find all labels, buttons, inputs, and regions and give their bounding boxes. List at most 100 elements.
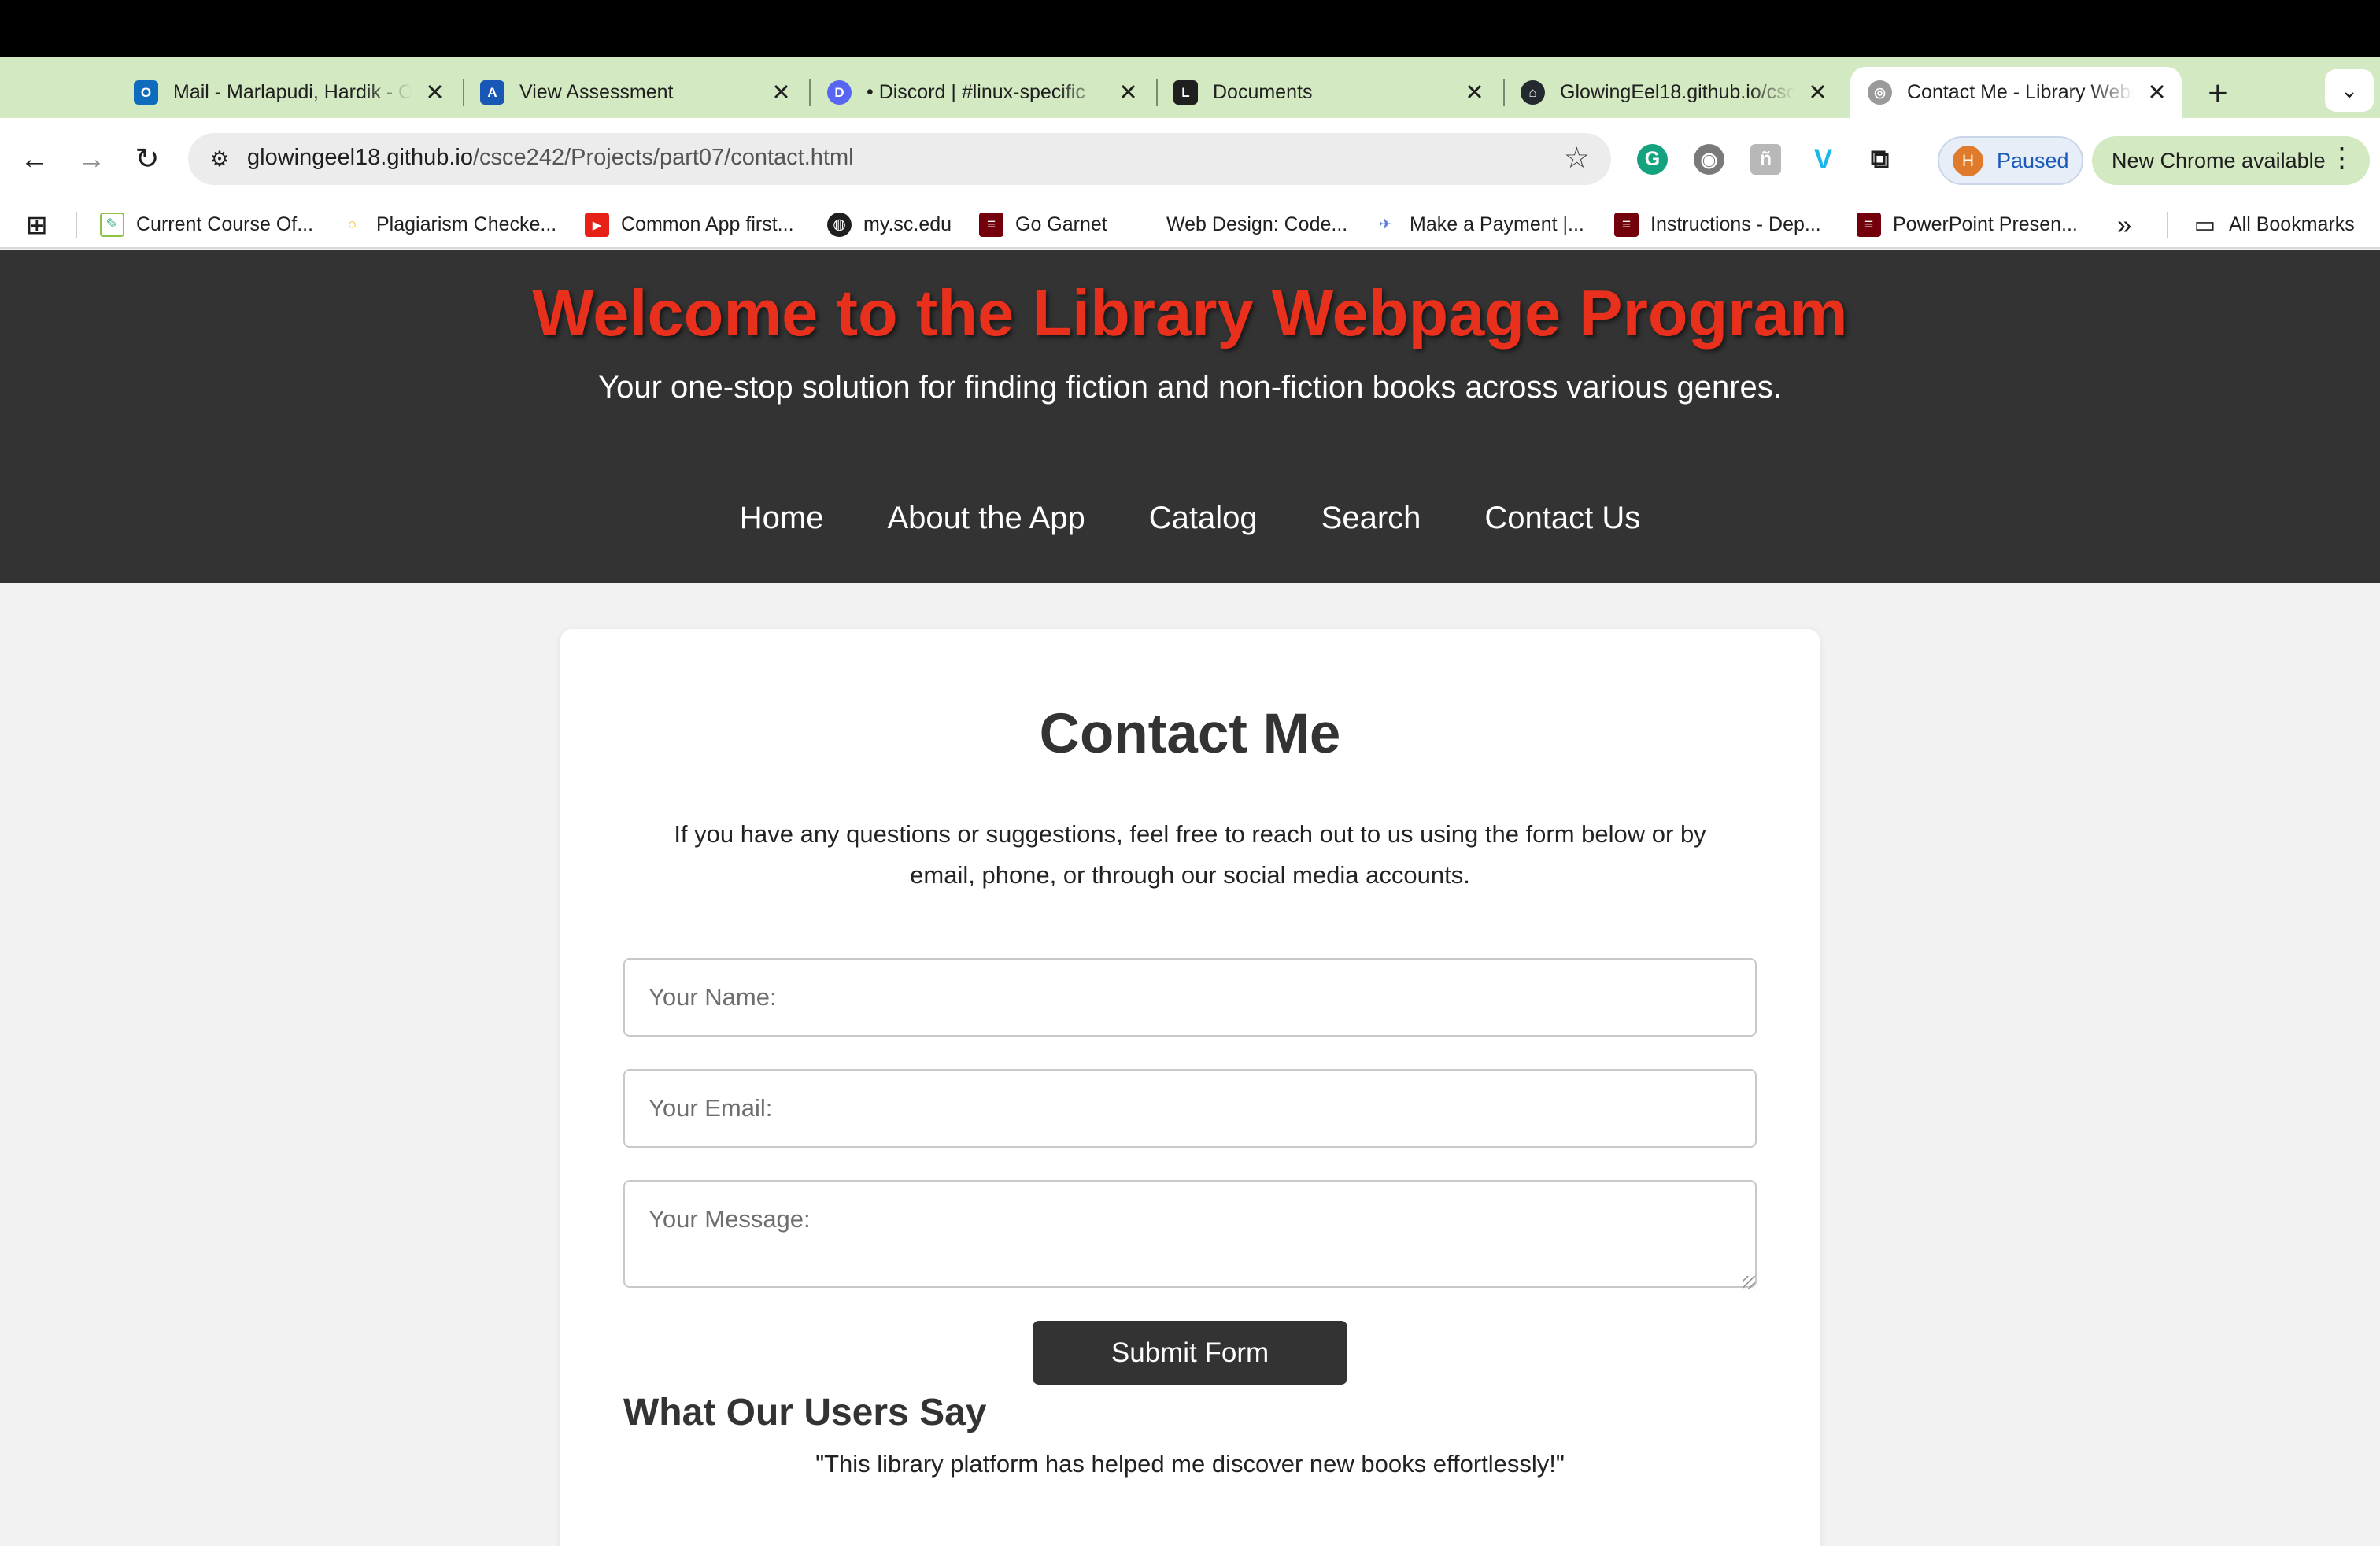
tab-strip: O Mail - Marlapudi, Hardik - Outlook ✕ A… (0, 57, 2380, 118)
url-host: glowingeel18.github.io (247, 145, 473, 170)
assessment-icon: A (480, 80, 504, 105)
bookmark-label: Make a Payment |... (1410, 213, 1584, 235)
tab-title: Documents (1213, 81, 1313, 103)
apps-grid-icon[interactable]: ⊞ (26, 209, 48, 240)
garnet-icon: ≡ (979, 213, 1003, 237)
extension-gray-icon[interactable]: ñ (1750, 144, 1781, 175)
tab-github[interactable]: ⌂ GlowingEel18.github.io/csce242 ✕ (1521, 67, 1831, 118)
tab-view-assessment[interactable]: A View Assessment ✕ (480, 67, 795, 118)
tab-outlook[interactable]: O Mail - Marlapudi, Hardik - Outlook ✕ (134, 67, 449, 118)
bookmark-item[interactable]: ◍ my.sc.edu (827, 209, 952, 240)
bookmark-item[interactable]: ✎ Current Course Of... (100, 209, 313, 240)
new-tab-button[interactable]: + (2195, 71, 2241, 117)
garnet-icon: ≡ (1857, 213, 1881, 237)
tab-divider (809, 79, 811, 106)
bookmark-divider (2167, 212, 2168, 238)
profile-button[interactable]: H Paused (1938, 136, 2083, 185)
bookmark-label: Common App first... (621, 213, 794, 235)
tab-divider (1156, 79, 1158, 106)
tab-title: GlowingEel18.github.io/csce242 (1560, 81, 1794, 103)
main-nav: Home About the App Catalog Search Contac… (0, 501, 2380, 536)
bookmarks-bar: ⊞ ✎ Current Course Of... ○ Plagiarism Ch… (0, 200, 2380, 249)
contact-intro: If you have any questions or suggestions… (674, 820, 1706, 889)
testimonials-heading: What Our Users Say (623, 1392, 987, 1433)
extensions-puzzle-icon[interactable]: ⧉ (1864, 144, 1895, 175)
chrome-update-button[interactable]: New Chrome available ⋮ (2092, 136, 2370, 185)
discord-icon: D (827, 80, 852, 105)
close-tab-icon[interactable]: ✕ (1461, 79, 1488, 106)
more-bookmarks-icon[interactable]: » (2117, 209, 2131, 240)
bookmark-divider (76, 212, 77, 238)
contact-card: Contact Me If you have any questions or … (560, 629, 1820, 1546)
vimeo-extension-icon[interactable]: V (1808, 144, 1839, 175)
message-field[interactable] (623, 1180, 1757, 1288)
reload-button[interactable]: ↻ (128, 139, 167, 179)
mac-menu-bar (0, 0, 2380, 57)
nav-contact[interactable]: Contact Us (1484, 501, 1640, 536)
bookmark-item[interactable]: ≡ Go Garnet (979, 209, 1107, 240)
bookmark-label: Instructions - Dep... (1650, 213, 1821, 235)
url-path: /csce242/Projects/part07/contact.html (473, 145, 854, 170)
bookmark-item[interactable]: ≡ Instructions - Dep... (1614, 209, 1821, 240)
nav-about[interactable]: About the App (887, 501, 1085, 536)
bookmark-label: PowerPoint Presen... (1893, 213, 2078, 235)
course-icon: ✎ (100, 213, 124, 237)
payment-icon: ✈ (1379, 216, 1392, 233)
garnet-icon: ≡ (1614, 213, 1639, 237)
outlook-icon: O (134, 80, 158, 105)
grammarly-extension-icon[interactable]: G (1637, 144, 1668, 175)
name-field[interactable] (623, 958, 1757, 1037)
address-bar[interactable]: ⚙ glowingeel18.github.io/csce242/Project… (188, 133, 1611, 185)
tab-contact-me[interactable]: ◎ Contact Me - Library Webpage ✕ (1850, 67, 2182, 118)
email-field[interactable] (623, 1069, 1757, 1148)
contact-heading: Contact Me (1039, 703, 1341, 765)
nav-home[interactable]: Home (740, 501, 824, 536)
bookmark-label: Web Design: Code... (1166, 213, 1348, 235)
folder-icon: ▭ (2193, 213, 2216, 238)
tab-title: View Assessment (519, 81, 674, 103)
site-info-icon[interactable]: ⚙ (203, 142, 236, 176)
bookmark-item[interactable]: ○ Plagiarism Checke... (340, 209, 557, 240)
close-tab-icon[interactable]: ✕ (767, 79, 795, 106)
bookmark-item[interactable]: ✈ Make a Payment |... (1373, 209, 1584, 240)
nav-search[interactable]: Search (1321, 501, 1421, 536)
nav-catalog[interactable]: Catalog (1149, 501, 1258, 536)
resize-handle[interactable] (1743, 1276, 1755, 1289)
tab-documents[interactable]: L Documents ✕ (1173, 67, 1488, 118)
tab-search-button[interactable]: ⌄ (2325, 69, 2374, 112)
bookmark-item[interactable]: ▶ Common App first... (585, 209, 794, 240)
close-tab-icon[interactable]: ✕ (1114, 79, 1142, 106)
address-url[interactable]: glowingeel18.github.io/csce242/Projects/… (247, 145, 854, 171)
bookmark-item[interactable]: Web Design: Code... (1166, 209, 1347, 240)
kebab-menu-icon[interactable]: ⋮ (2328, 142, 2356, 174)
profile-status: Paused (1997, 148, 2069, 172)
bookmark-label: Current Course Of... (136, 213, 314, 235)
bookmark-item[interactable]: ≡ PowerPoint Presen... (1857, 209, 2078, 240)
avatar: H (1953, 145, 1983, 176)
bookmark-label: Go Garnet (1015, 213, 1107, 235)
browser-toolbar: ← → ↻ ⚙ glowingeel18.github.io/csce242/P… (0, 118, 2380, 200)
close-tab-icon[interactable]: ✕ (1804, 79, 1831, 106)
forward-button[interactable]: → (72, 139, 111, 179)
testimonial-quote: "This library platform has helped me dis… (815, 1450, 1565, 1478)
submit-button[interactable]: Submit Form (1033, 1321, 1347, 1385)
bookmark-star-icon[interactable]: ☆ (1564, 141, 1590, 175)
close-tab-icon[interactable]: ✕ (2143, 79, 2171, 106)
tab-title: Contact Me - Library Webpage (1907, 81, 2134, 103)
back-button[interactable]: ← (15, 139, 54, 179)
all-bookmarks-button[interactable]: ▭ All Bookmarks (2193, 209, 2355, 240)
documents-icon: L (1173, 80, 1198, 105)
globe-icon: ◍ (827, 213, 852, 237)
tab-divider (1503, 79, 1505, 106)
github-icon: ⌂ (1521, 80, 1545, 105)
tab-title: • Discord | #linux-specific (867, 81, 1085, 103)
tab-divider (463, 79, 464, 106)
tab-discord[interactable]: D • Discord | #linux-specific ✕ (827, 67, 1142, 118)
site-header: Welcome to the Library Webpage Program Y… (0, 250, 2380, 583)
plagiarism-icon: ○ (347, 216, 357, 233)
tab-title: Mail - Marlapudi, Hardik - Outlook (173, 81, 412, 103)
extension-circle-icon[interactable]: ◉ (1694, 144, 1724, 175)
close-tab-icon[interactable]: ✕ (421, 79, 449, 106)
bookmark-label: Plagiarism Checke... (376, 213, 557, 235)
youtube-icon: ▶ (585, 213, 609, 237)
